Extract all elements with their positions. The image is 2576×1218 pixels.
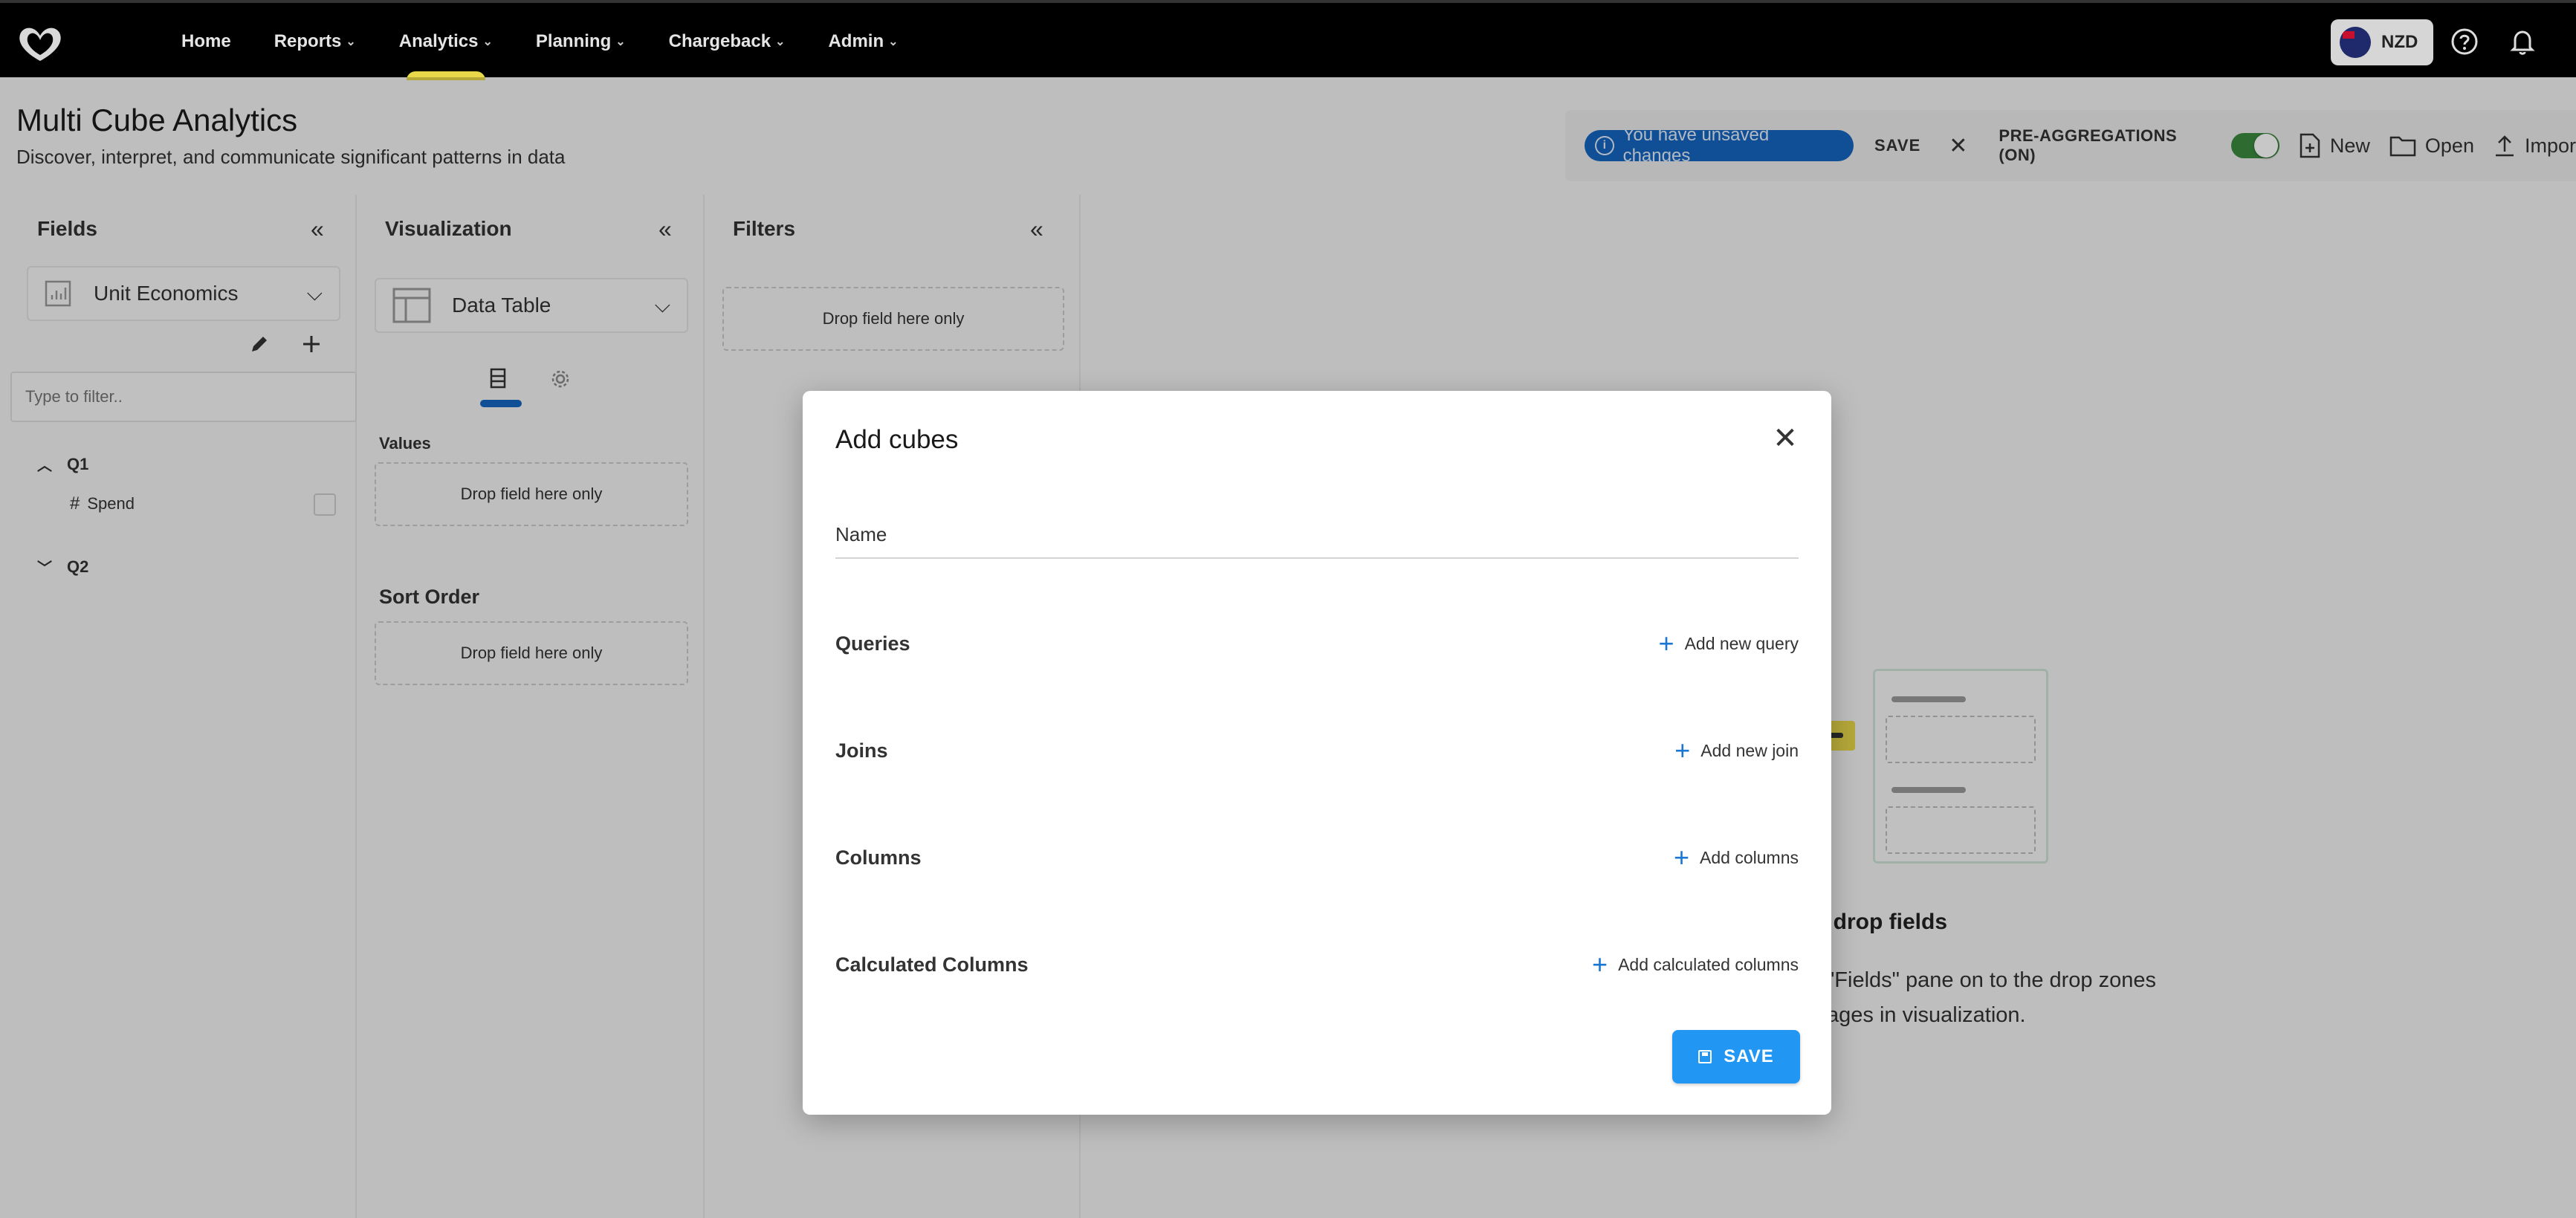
chevron-down-icon: ⌄ [346,36,356,48]
joins-label: Joins [835,739,888,762]
save-floppy-icon [1698,1050,1712,1063]
plus-icon: + [1592,949,1608,979]
close-icon[interactable]: ✕ [1770,424,1800,453]
dialog-save-button[interactable]: SAVE [1672,1030,1800,1083]
chevron-down-icon: ⌄ [482,36,493,48]
top-navigation-bar: Home Reports ⌄ Analytics ⌄ Planning ⌄ Charg… [0,0,2576,80]
add-columns-label: Add columns [1700,847,1799,867]
chevron-down-icon: ⌄ [888,36,899,48]
nav-analytics[interactable]: Analytics ⌄ [399,3,493,80]
name-input[interactable]: Name [835,517,1799,559]
add-calculated-columns-label: Add calculated columns [1618,954,1799,974]
add-new-join-button[interactable]: + Add new join [1674,737,1799,764]
add-new-join-label: Add new join [1700,740,1799,760]
currency-label: NZD [2381,32,2418,52]
plus-icon: + [1658,628,1674,658]
dialog-title: Add cubes [835,425,959,454]
add-columns-button[interactable]: + Add columns [1674,844,1799,871]
currency-selector[interactable]: NZD [2331,19,2433,65]
calculated-columns-section: Calculated Columns + Add calculated colum… [835,950,1799,979]
chevron-down-icon: ⌄ [615,36,626,48]
nav-admin[interactable]: Admin ⌄ [828,3,898,80]
add-cubes-dialog: Add cubes ✕ Name Queries + Add new query … [803,391,1831,1115]
nav-analytics-label: Analytics [398,31,479,51]
main-nav: Home Reports ⌄ Analytics ⌄ Planning ⌄ Charg… [181,3,942,80]
nav-reports-label: Reports [274,31,342,51]
calculated-columns-label: Calculated Columns [835,953,1029,976]
nz-flag-icon [2340,27,2371,58]
queries-section: Queries + Add new query [835,629,1799,658]
nav-chargeback[interactable]: Chargeback ⌄ [669,3,786,80]
plus-icon: + [1674,735,1691,765]
queries-label: Queries [835,632,910,655]
help-icon[interactable] [2450,27,2479,56]
nav-reports[interactable]: Reports ⌄ [274,3,356,80]
chevron-down-icon: ⌄ [775,36,786,48]
plus-icon: + [1674,842,1690,872]
nav-planning[interactable]: Planning ⌄ [536,3,626,80]
columns-label: Columns [835,846,922,869]
add-calculated-columns-button[interactable]: + Add calculated columns [1592,951,1799,978]
add-new-query-label: Add new query [1684,633,1799,653]
dialog-save-label: SAVE [1724,1046,1774,1066]
app-logo-icon[interactable] [13,22,67,64]
notifications-bell-icon[interactable] [2508,27,2537,56]
nav-planning-label: Planning [535,31,612,51]
nav-admin-label: Admin [828,31,884,51]
add-new-query-button[interactable]: + Add new query [1659,630,1799,657]
nav-home-label: Home [181,31,231,51]
name-input-label: Name [835,523,887,545]
columns-section: Columns + Add columns [835,843,1799,872]
nav-home[interactable]: Home [181,3,231,80]
joins-section: Joins + Add new join [835,736,1799,765]
nav-chargeback-label: Chargeback [668,31,771,51]
